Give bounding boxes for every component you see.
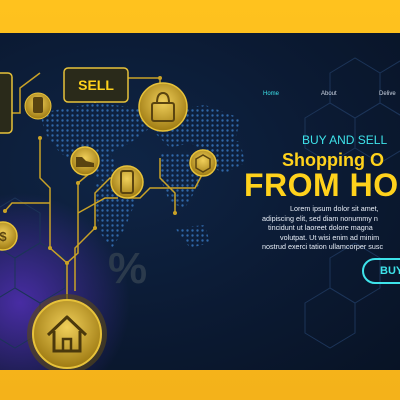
hero-paragraph: Lorem ipsum dolor sit amet, adipiscing e… bbox=[262, 204, 400, 252]
paragraph-line: tincidunt ut laoreet dolore magna bbox=[268, 223, 373, 232]
sell-label: SELL bbox=[78, 77, 114, 93]
paragraph-line: Lorem ipsum dolor sit amet, bbox=[290, 204, 379, 213]
paragraph-line: volutpat. Ut wisi enim ad minim bbox=[280, 232, 380, 242]
product-card bbox=[0, 72, 13, 134]
buy-button[interactable]: BUY bbox=[362, 258, 400, 284]
nav-about[interactable]: About bbox=[321, 91, 337, 97]
hero-subtitle: BUY AND SELL bbox=[302, 133, 388, 147]
hero-title-line2: FROM HO bbox=[244, 167, 399, 203]
paragraph-line: nostrud exerci tation ullamcorper susc bbox=[262, 242, 384, 251]
landing-page-screen: $ % SELL Home About Delive BUY AND SELL … bbox=[0, 33, 400, 370]
svg-text:$: $ bbox=[0, 229, 7, 244]
shoe-icon bbox=[70, 146, 100, 176]
paragraph-line: adipiscing elit, sed diam nonummy n bbox=[262, 213, 378, 223]
percent-symbol: % bbox=[108, 244, 147, 293]
nav-home[interactable]: Home bbox=[263, 91, 279, 97]
nav-delivery[interactable]: Delive bbox=[379, 91, 396, 97]
box-icon bbox=[189, 149, 217, 177]
shopping-bag-icon bbox=[138, 82, 188, 132]
smartphone-icon bbox=[110, 165, 144, 199]
